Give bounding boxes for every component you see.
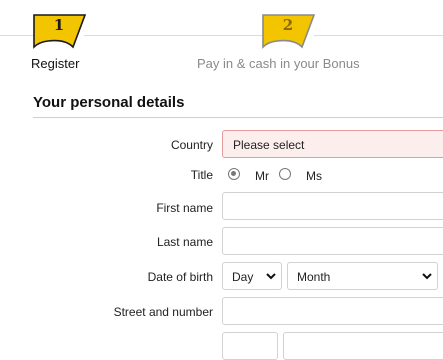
last-name-input[interactable] (222, 227, 443, 255)
country-select-value: Please select (233, 138, 305, 152)
dob-day-value: Day (232, 270, 254, 284)
dob-label: Date of birth (147, 270, 213, 284)
step-2-badge: 2 (260, 14, 316, 50)
section-divider (33, 117, 443, 118)
city-input[interactable] (283, 332, 443, 360)
dob-month-value: Month (297, 270, 331, 284)
first-name-label: First name (156, 201, 213, 215)
progress-line-right (314, 35, 443, 36)
street-input[interactable] (222, 297, 443, 325)
title-label: Title (190, 168, 213, 182)
progress-line-left (0, 35, 34, 36)
street-label: Street and number (113, 305, 213, 319)
title-mr-label[interactable]: Mr (255, 169, 269, 183)
country-label: Country (170, 138, 213, 152)
progress-line-middle (84, 35, 264, 36)
chevron-down-icon (266, 273, 276, 280)
title-ms-radio[interactable] (279, 168, 291, 180)
step-1-number: 1 (53, 16, 65, 34)
radio-selected-dot (231, 171, 236, 176)
title-ms-label[interactable]: Ms (306, 169, 322, 183)
section-title: Your personal details (33, 94, 185, 111)
country-select[interactable]: Please select (222, 130, 443, 158)
dob-day-select[interactable]: Day (222, 262, 282, 290)
step-2-number: 2 (282, 16, 294, 34)
last-name-label: Last name (156, 235, 213, 249)
dob-month-select[interactable]: Month (287, 262, 438, 290)
step-1-badge: 1 (31, 14, 87, 50)
step-1-label: Register (31, 56, 80, 71)
title-mr-radio[interactable] (228, 168, 240, 180)
first-name-input[interactable] (222, 192, 443, 220)
chevron-down-icon (422, 273, 432, 280)
step-2-label: Pay in & cash in your Bonus (197, 56, 360, 71)
postcode-input[interactable] (222, 332, 278, 360)
